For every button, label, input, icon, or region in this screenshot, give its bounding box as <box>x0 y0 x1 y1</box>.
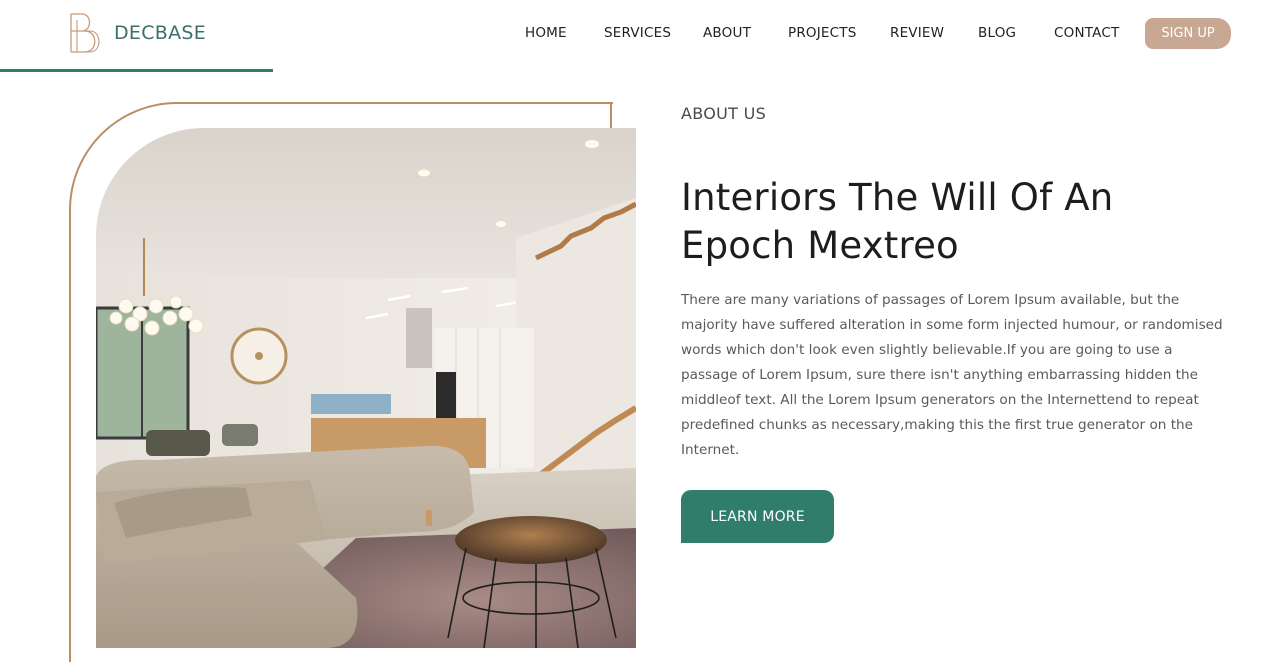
nav-item-projects[interactable]: PROJECTS <box>788 25 857 41</box>
site-header: DECBASE HOME SERVICES ABOUT PROJECTS REV… <box>0 0 1280 72</box>
about-headline-line2: Epoch Mextreo <box>681 224 959 267</box>
learn-more-button[interactable]: LEARN MORE <box>681 490 834 543</box>
nav-item-blog[interactable]: BLOG <box>978 25 1016 41</box>
nav-item-review[interactable]: REVIEW <box>890 25 944 41</box>
image-frame-outline-edge <box>610 102 612 130</box>
nav-item-services[interactable]: SERVICES <box>604 25 671 41</box>
nav-item-contact[interactable]: CONTACT <box>1054 25 1119 41</box>
main-nav: HOME SERVICES ABOUT PROJECTS REVIEW BLOG… <box>0 25 1280 45</box>
about-body-text: There are many variations of passages of… <box>681 292 1223 458</box>
about-headline-line1: Interiors The Will Of An <box>681 176 1114 219</box>
nav-item-home[interactable]: HOME <box>525 25 567 41</box>
about-eyebrow: ABOUT US <box>681 104 767 123</box>
header-accent-bar <box>0 69 273 72</box>
interior-living-room-photo <box>96 128 636 648</box>
nav-item-about[interactable]: ABOUT <box>703 25 751 41</box>
signup-button[interactable]: SIGN UP <box>1145 18 1231 49</box>
about-headline: Interiors The Will Of An Epoch Mextreo <box>681 174 1201 270</box>
